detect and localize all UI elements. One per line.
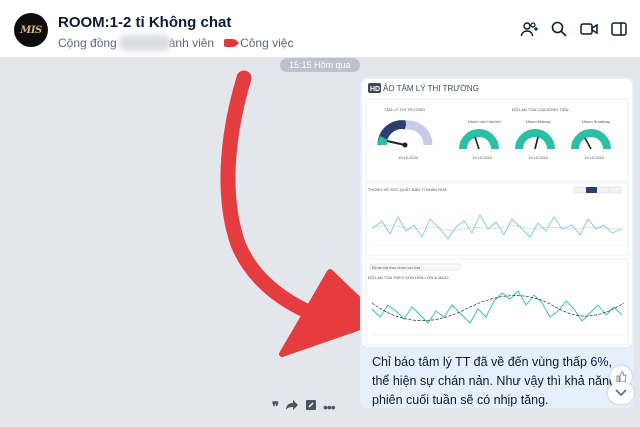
message-bubble[interactable]: HD ẢO TÂM LÝ THỊ TRƯỜNG TÂM LÝ THỊ TRƯỜN… bbox=[360, 77, 634, 408]
add-member-icon[interactable] bbox=[520, 20, 538, 38]
hd-badge: HD bbox=[370, 86, 380, 93]
gauge-market-date: 19.10.2024 bbox=[398, 155, 419, 160]
search-icon[interactable] bbox=[550, 20, 568, 38]
tag-label[interactable]: Công việc bbox=[240, 36, 293, 50]
chat-area[interactable]: 15:15 Hôm qua HD ẢO TÂM LÝ THỊ TRƯỜNG TÂ… bbox=[0, 58, 640, 427]
svg-text:Nhóm Smallcap: Nhóm Smallcap bbox=[582, 119, 611, 124]
gauge-midcap: Nhóm Midcap 19.10.2024 bbox=[515, 119, 555, 160]
chat-header: MIS ROOM:1-2 tỉ Không chat Cộng đồng ành… bbox=[0, 0, 640, 58]
group-avatar[interactable]: MIS bbox=[14, 13, 48, 47]
chat-subtitle: Cộng đồng ành viên Công việc bbox=[58, 35, 293, 51]
tag-icon bbox=[224, 39, 240, 47]
video-call-icon[interactable] bbox=[580, 20, 598, 38]
gauge-smallcap: Nhóm Smallcap 19.10.2024 bbox=[571, 119, 611, 160]
cashflow-title: ĐỘ LAN TỎA CỦA DÒNG TIỀN bbox=[512, 107, 569, 112]
gauge-largecap: Nhóm vốn hóa lớn 19.10.2024 bbox=[459, 119, 501, 160]
svg-text:Nhóm vốn hóa lớn: Nhóm vốn hóa lớn bbox=[468, 119, 501, 124]
header-actions bbox=[520, 20, 628, 38]
svg-text:19.10.2024: 19.10.2024 bbox=[584, 155, 605, 160]
community-label[interactable]: Cộng đồng bbox=[58, 36, 117, 50]
scroll-down-button[interactable] bbox=[608, 382, 634, 404]
chart2-select: Độ lan tỏa theo nhóm vốn hóa bbox=[372, 266, 420, 270]
more-icon[interactable]: ••• bbox=[323, 399, 336, 415]
chart1-title: THỐNG KÊ SỐC QUẤT BẢN TÍ NHÂN NHÀ bbox=[368, 187, 447, 192]
chart1-tabs bbox=[573, 186, 622, 194]
blurred-member-count bbox=[118, 35, 171, 51]
report-title: ẢO TÂM LÝ THỊ TRƯỜNG bbox=[383, 84, 479, 93]
chart2-title: ĐỘ LAN TỎA THEO VỐN HÓA LỚN & MA20 bbox=[368, 275, 449, 280]
avatar-text: MIS bbox=[20, 24, 42, 36]
members-label[interactable]: ành viên bbox=[169, 36, 214, 50]
gauge-market-title: TÂM LÝ THỊ TRƯỜNG bbox=[384, 107, 425, 112]
quote-icon[interactable]: ❞ bbox=[272, 399, 279, 415]
sidebar-toggle-icon[interactable] bbox=[610, 20, 628, 38]
message-actions: ❞ ••• bbox=[272, 398, 352, 416]
edit-icon[interactable] bbox=[305, 398, 317, 416]
svg-text:Nhóm Midcap: Nhóm Midcap bbox=[526, 119, 551, 124]
share-icon[interactable] bbox=[285, 398, 299, 416]
message-image[interactable]: HD ẢO TÂM LÝ THỊ TRƯỜNG TÂM LÝ THỊ TRƯỜN… bbox=[362, 79, 632, 347]
message-text: Chỉ báo tâm lý TT đã về đến vùng thấp 6%… bbox=[372, 355, 627, 407]
svg-text:19.10.2024: 19.10.2024 bbox=[472, 155, 493, 160]
chat-title[interactable]: ROOM:1-2 tỉ Không chat bbox=[58, 14, 231, 31]
svg-text:19.10.2024: 19.10.2024 bbox=[528, 155, 549, 160]
